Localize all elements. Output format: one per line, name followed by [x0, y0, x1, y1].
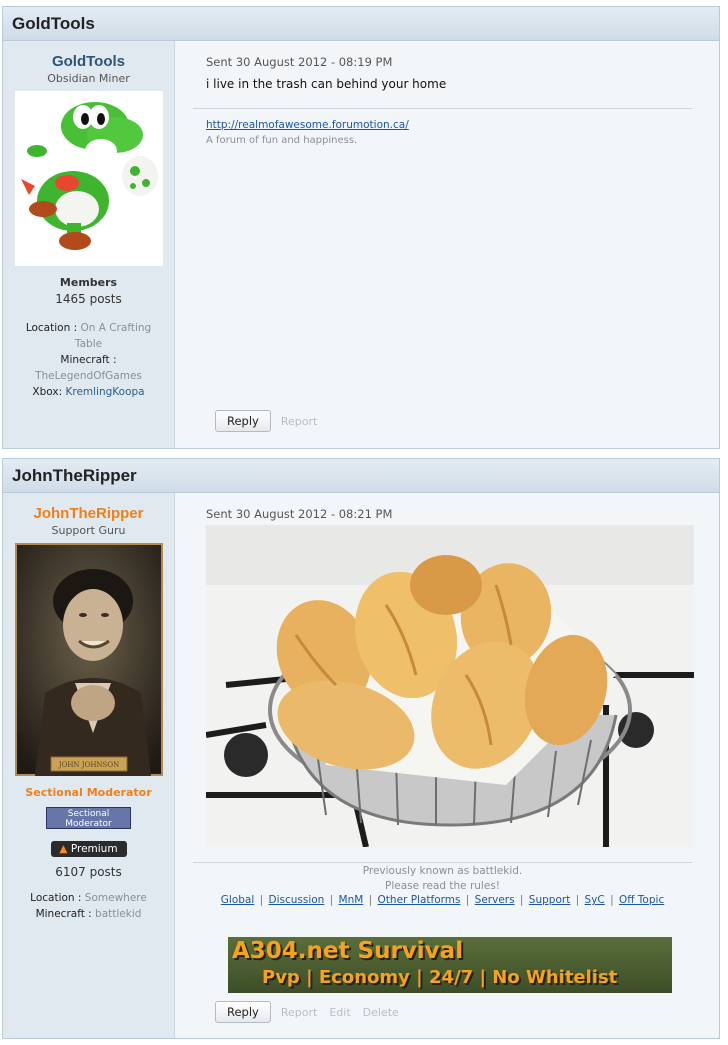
sig-link-off-topic[interactable]: Off Topic	[619, 894, 664, 906]
delete-link[interactable]: Delete	[363, 1006, 399, 1019]
post-body: GoldTools Obsidian Miner Members 1465 po…	[3, 41, 719, 448]
field-label: Location	[25, 322, 71, 334]
sig-link-support[interactable]: Support	[529, 894, 571, 906]
reply-button[interactable]: Reply	[215, 1001, 271, 1023]
signature-link[interactable]: http://realmofawesome.forumotion.ca/	[206, 119, 409, 131]
signature-text: A forum of fun and happiness.	[206, 135, 358, 146]
post-header: GoldTools	[3, 7, 719, 41]
signature-divider	[193, 108, 692, 109]
sig-link-discussion[interactable]: Discussion	[268, 894, 324, 906]
field-location: Location : Somewhere	[30, 892, 147, 904]
report-link[interactable]: Report	[281, 415, 317, 428]
signature-links: Global | Discussion | MnM | Other Platfo…	[220, 894, 665, 906]
field-minecraft: Minecraft : battlekid	[35, 908, 142, 920]
server-banner[interactable]: A304.net Survival Pvp | Economy | 24/7 |…	[228, 937, 672, 993]
user-rank: Support Guru	[51, 524, 126, 537]
sig-link-other-platforms[interactable]: Other Platforms	[378, 894, 461, 906]
portrait-plate-text: JOHN JOHNSON	[57, 761, 118, 769]
banner-title: A304.net Survival	[232, 938, 464, 964]
username[interactable]: GoldTools	[3, 53, 174, 70]
field-value: KremlingKoopa	[65, 386, 145, 398]
author-profile: JohnTheRipper Support Guru JOHN JOHNSON …	[3, 493, 175, 1038]
yoshi-avatar-image	[14, 91, 163, 266]
field-label: Xbox	[32, 386, 59, 398]
profile-fields: Location : On A Crafting Table Minecraft…	[3, 320, 174, 400]
field-label: Minecraft	[35, 908, 85, 920]
post-message: i live in the trash can behind your home	[206, 77, 447, 91]
field-location: Location : On A Crafting Table	[25, 322, 152, 350]
premium-label: Premium	[70, 843, 118, 855]
banner-subtitle: Pvp | Economy | 24/7 | No Whitelist	[262, 967, 618, 988]
field-minecraft: Minecraft : TheLegendOfGames	[35, 354, 142, 382]
user-rank: Obsidian Miner	[47, 72, 130, 85]
post-count: 6107 posts	[55, 865, 122, 879]
post-count: 1465 posts	[55, 292, 122, 306]
post-actions: Reply Report Edit Delete	[215, 1001, 411, 1023]
sig-link-syc[interactable]: SyC	[585, 894, 605, 906]
profile-fields: Location : Somewhere Minecraft : battlek…	[3, 890, 174, 922]
field-xbox: Xbox: KremlingKoopa	[32, 386, 145, 398]
post-content: Sent 30 August 2012 - 08:19 PM i live in…	[175, 41, 719, 448]
signature-line-1: Previously known as battlekid.	[362, 865, 523, 877]
field-value: TheLegendOfGames	[35, 370, 142, 382]
report-link[interactable]: Report	[281, 1006, 317, 1019]
portrait-avatar-image: JOHN JOHNSON	[14, 543, 163, 776]
reply-button[interactable]: Reply	[215, 410, 271, 432]
post-date: Sent 30 August 2012 - 08:21 PM	[206, 507, 393, 521]
edit-link[interactable]: Edit	[329, 1006, 350, 1019]
user-group: Members	[59, 276, 118, 289]
post-1: GoldTools GoldTools Obsidian Miner Membe…	[2, 6, 720, 449]
field-value: On A Crafting Table	[74, 322, 152, 350]
post-content: Sent 30 August 2012 - 08:21 PM Previousl…	[175, 493, 719, 1038]
post-actions: Reply Report	[215, 410, 329, 432]
sig-link-mnm[interactable]: MnM	[339, 894, 364, 906]
avatar	[14, 91, 163, 266]
flame-icon: ▲	[59, 843, 68, 855]
author-profile: GoldTools Obsidian Miner Members 1465 po…	[3, 41, 175, 448]
field-label: Location	[30, 892, 75, 904]
user-group: Sectional Moderator	[25, 786, 152, 799]
post-header: JohnTheRipper	[3, 459, 719, 493]
moderator-badge: Sectional Moderator	[46, 807, 131, 829]
username[interactable]: JohnTheRipper	[3, 505, 174, 522]
bread-basket-image	[205, 525, 694, 848]
field-value: Somewhere	[84, 892, 147, 904]
post-2: JohnTheRipper JohnTheRipper Support Guru	[2, 458, 720, 1039]
post-image	[205, 525, 694, 848]
post-body: JohnTheRipper Support Guru JOHN JOHNSON …	[3, 493, 719, 1038]
premium-badge: ▲ Premium	[50, 841, 127, 857]
signature-divider	[193, 862, 692, 863]
field-value: battlekid	[95, 908, 142, 920]
post-date: Sent 30 August 2012 - 08:19 PM	[206, 55, 393, 69]
field-label: Minecraft	[60, 354, 110, 366]
sig-link-servers[interactable]: Servers	[475, 894, 515, 906]
avatar: JOHN JOHNSON	[14, 543, 163, 776]
signature-line-2: Please read the rules!	[385, 880, 500, 892]
sig-link-global[interactable]: Global	[221, 894, 255, 906]
